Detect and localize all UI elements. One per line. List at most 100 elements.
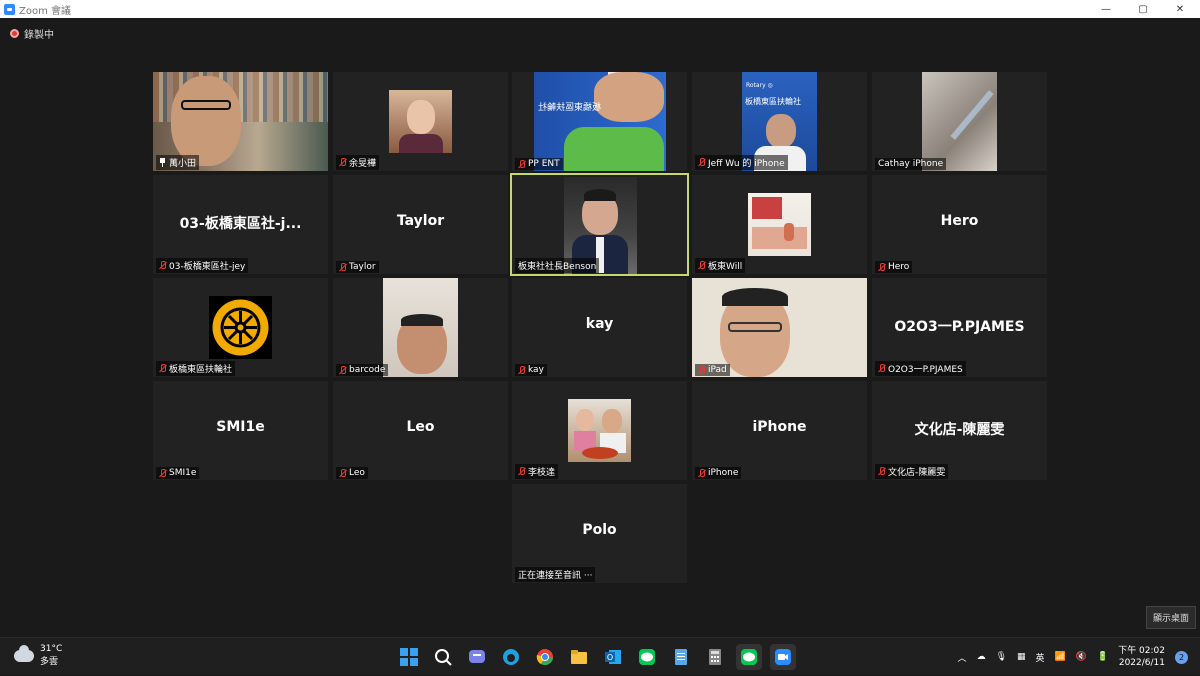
- participant-label: 萬小田: [156, 155, 200, 170]
- rotary-logo-video: [209, 296, 272, 359]
- recording-label: 錄製中: [24, 30, 54, 41]
- svg-text:O: O: [607, 653, 613, 662]
- chrome-icon: [536, 649, 554, 666]
- participant-label: 板東Will: [695, 258, 746, 273]
- microphone-icon[interactable]: 🎙: [996, 652, 1007, 662]
- windows-icon: [400, 648, 418, 666]
- wifi-icon[interactable]: 📶: [1055, 652, 1066, 662]
- muted-mic-icon: [878, 467, 885, 476]
- muted-mic-icon: [698, 468, 705, 478]
- muted-mic-icon: [518, 365, 525, 375]
- speaker-muted-icon[interactable]: 🔇: [1076, 652, 1087, 662]
- apps-grid-icon[interactable]: ▦: [1017, 652, 1026, 662]
- notepad-icon: [675, 649, 687, 665]
- start-button[interactable]: [396, 644, 422, 670]
- taskbar: 31°C 多雲 O ︿ ☁ 🎙 ▦ 英 📶 🔇 🔋 下午 02:02 2022/…: [0, 637, 1200, 675]
- participant-label: 文化店-陳麗雯: [875, 464, 949, 479]
- participant-tile[interactable]: 板東Will: [692, 175, 867, 274]
- record-icon: [10, 29, 19, 38]
- participant-tile[interactable]: 板橋東區扶輪社: [153, 278, 328, 377]
- participant-tile[interactable]: 文化店-陳麗雯 文化店-陳麗雯: [872, 381, 1047, 480]
- calculator-icon: [709, 649, 721, 665]
- ime-indicator[interactable]: 英: [1036, 651, 1045, 664]
- line-button-active[interactable]: [736, 644, 762, 670]
- participant-label: iPhone: [695, 467, 742, 479]
- line-button[interactable]: [634, 644, 660, 670]
- search-button[interactable]: [430, 644, 456, 670]
- participant-label: Hero: [875, 261, 913, 273]
- participant-tile[interactable]: Hero Hero: [872, 175, 1047, 274]
- maximize-button[interactable]: ▢: [1125, 0, 1161, 18]
- battery-icon[interactable]: 🔋: [1097, 652, 1108, 662]
- muted-mic-icon: [159, 468, 166, 478]
- participant-tile[interactable]: Cathay iPhone: [872, 72, 1047, 171]
- muted-mic-icon: [698, 158, 705, 167]
- zoom-app-icon: [4, 3, 15, 15]
- weather-widget[interactable]: 31°C 多雲: [14, 644, 62, 667]
- muted-mic-icon: [518, 467, 525, 476]
- clock-time: 下午 02:02: [1118, 646, 1165, 656]
- participant-tile[interactable]: 李枝達: [512, 381, 687, 480]
- meeting-gallery: 錄製中 萬小田 余旻樺 板橋東區扶輪社 PP ENT Rotary ◎ 板橋東區…: [0, 18, 1200, 637]
- teams-chat-button[interactable]: [464, 644, 490, 670]
- zoom-icon: [775, 649, 791, 665]
- participant-tile[interactable]: 余旻樺: [333, 72, 508, 171]
- clock-date: 2022/6/11: [1118, 658, 1165, 668]
- folder-icon: [571, 650, 587, 664]
- cloud-icon: [14, 644, 34, 662]
- video-feed: [383, 278, 458, 377]
- participant-tile[interactable]: SMI1e SMI1e: [153, 381, 328, 480]
- participant-tile[interactable]: Polo 正在連接至音訊 ···: [512, 484, 687, 583]
- participant-label: PP ENT: [515, 158, 563, 170]
- participant-tile[interactable]: O2O3一P.PJAMES O2O3一P.PJAMES: [872, 278, 1047, 377]
- window-title: Zoom 會議: [19, 5, 72, 17]
- muted-mic-icon: [339, 365, 346, 375]
- notification-badge[interactable]: 2: [1175, 650, 1188, 664]
- recording-indicator[interactable]: 錄製中: [10, 26, 54, 41]
- participant-display-name: Taylor: [396, 213, 445, 229]
- participant-tile[interactable]: Taylor Taylor: [333, 175, 508, 274]
- zoom-taskbar-button[interactable]: [770, 644, 796, 670]
- participant-tile[interactable]: iPad: [692, 278, 867, 377]
- participant-tile-active-speaker[interactable]: 板東社社長Benson: [510, 173, 689, 276]
- participant-tile[interactable]: 萬小田: [153, 72, 328, 171]
- chrome-button[interactable]: [532, 644, 558, 670]
- banner-text: 板橋東區扶輪社: [745, 97, 801, 106]
- edge-browser-icon: [503, 649, 519, 665]
- outlook-button[interactable]: O: [600, 644, 626, 670]
- participant-tile[interactable]: kay kay: [512, 278, 687, 377]
- onedrive-icon[interactable]: ☁: [977, 652, 986, 662]
- participant-label: 板東社社長Benson: [515, 258, 600, 273]
- line-app-icon: [639, 649, 655, 665]
- window-titlebar: Zoom 會議 — ▢ ✕: [0, 0, 1200, 18]
- participant-tile[interactable]: iPhone iPhone: [692, 381, 867, 480]
- chevron-up-icon[interactable]: ︿: [958, 651, 967, 664]
- participant-label: Leo: [336, 467, 368, 479]
- participant-tile[interactable]: Leo Leo: [333, 381, 508, 480]
- chat-icon: [469, 650, 485, 663]
- participant-display-name: Leo: [406, 419, 435, 435]
- participant-tile[interactable]: Rotary ◎ 板橋東區扶輪社 Jeff Wu 的 iPhone: [692, 72, 867, 171]
- participant-tile[interactable]: 03-板橋東區社-j... 03-板橋東區社-jey: [153, 175, 328, 274]
- participant-display-name: Polo: [582, 522, 617, 538]
- weather-desc: 多雲: [40, 657, 59, 667]
- participant-display-name: Hero: [940, 213, 979, 229]
- file-explorer-button[interactable]: [566, 644, 592, 670]
- weather-temp: 31°C: [40, 644, 63, 654]
- participant-label: 余旻樺: [336, 155, 380, 170]
- clock[interactable]: 下午 02:02 2022/6/11: [1118, 645, 1165, 669]
- minimize-button[interactable]: —: [1088, 0, 1124, 18]
- calculator-button[interactable]: [702, 644, 728, 670]
- participant-tile[interactable]: barcode: [333, 278, 508, 377]
- muted-mic-icon: [339, 262, 346, 272]
- close-button[interactable]: ✕: [1162, 0, 1198, 18]
- participant-tile[interactable]: 板橋東區扶輪社 PP ENT: [512, 72, 687, 171]
- muted-mic-icon: [878, 364, 885, 373]
- video-feed: [692, 278, 867, 377]
- notepad-button[interactable]: [668, 644, 694, 670]
- edge-button[interactable]: [498, 644, 524, 670]
- muted-mic-icon: [698, 261, 705, 270]
- participant-display-name: SMI1e: [216, 419, 265, 435]
- participant-display-name: kay: [585, 316, 614, 332]
- pin-icon: [159, 158, 166, 167]
